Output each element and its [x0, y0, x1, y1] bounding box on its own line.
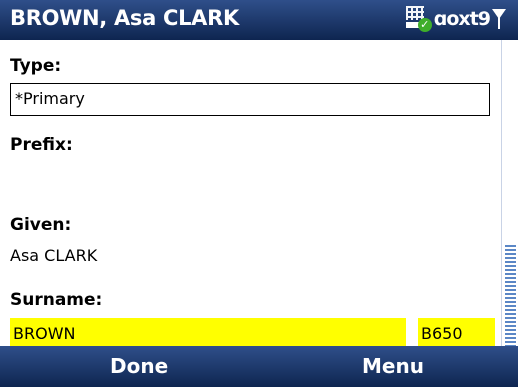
- surname-code-field[interactable]: B650: [418, 318, 495, 346]
- title-bar: BROWN, Asa CLARK ✓ ɑoxt9: [0, 0, 518, 40]
- phone-screen: BROWN, Asa CLARK ✓ ɑoxt9 Type: *Primary …: [0, 0, 518, 387]
- surname-label: Surname:: [10, 290, 103, 310]
- given-label: Given:: [10, 215, 72, 235]
- given-field[interactable]: Asa CLARK: [10, 246, 97, 265]
- prefix-field[interactable]: [10, 165, 490, 205]
- signal-icon: [492, 9, 506, 29]
- contact-title: BROWN, Asa CLARK: [10, 6, 239, 30]
- surname-code: B650: [421, 324, 463, 343]
- menu-softkey[interactable]: Menu: [362, 354, 424, 378]
- scrollbar[interactable]: [501, 40, 518, 346]
- softkey-bar: Done Menu: [0, 346, 518, 387]
- surname-value: BROWN: [13, 324, 76, 343]
- type-field[interactable]: *Primary: [10, 83, 490, 116]
- contact-form: Type: *Primary Prefix: Given: Asa CLARK …: [0, 40, 500, 346]
- prefix-label: Prefix:: [10, 135, 73, 155]
- done-softkey[interactable]: Done: [110, 354, 168, 378]
- scroll-thumb[interactable]: [505, 245, 516, 346]
- status-icons: ✓ ɑoxt9: [405, 4, 506, 34]
- input-mode-indicator[interactable]: ɑoxt9: [434, 8, 491, 30]
- surname-field[interactable]: BROWN: [10, 318, 406, 346]
- keyboard-sync-icon: ✓: [405, 6, 432, 32]
- type-value: *Primary: [15, 89, 85, 108]
- type-label: Type:: [10, 56, 62, 76]
